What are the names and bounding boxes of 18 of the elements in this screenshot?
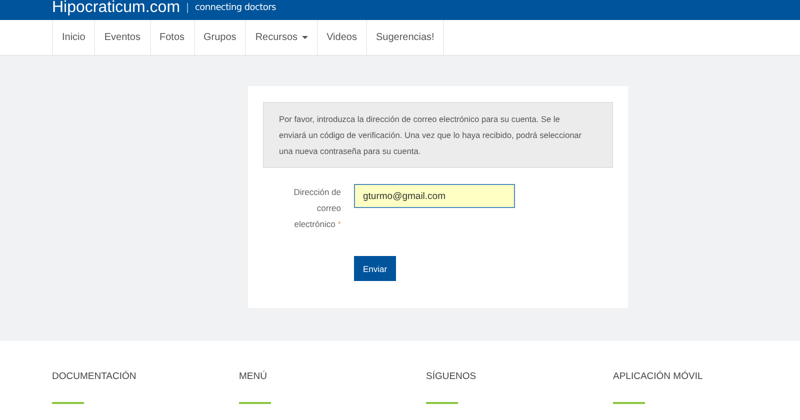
footer-heading: APLICACIÓN MÓVIL xyxy=(613,371,704,382)
nav-link[interactable]: Sugerencias! xyxy=(366,20,444,55)
nav-link[interactable]: Grupos xyxy=(194,20,246,55)
nav-link[interactable]: Eventos xyxy=(94,20,150,55)
nav-link[interactable]: Inicio xyxy=(52,20,94,55)
email-field[interactable]: gturmo@gmail.com xyxy=(354,184,515,208)
footer-heading: SÍGUENOS xyxy=(426,371,478,382)
nav-link[interactable]: Recursos xyxy=(245,20,317,55)
site-logo[interactable]: Hipocraticum.com xyxy=(52,0,180,17)
footer-heading: MENÚ xyxy=(239,371,268,382)
nav-link[interactable]: Videos xyxy=(316,20,366,55)
tagline: connecting doctors xyxy=(195,3,276,13)
field-label: Dirección de correo electrónico * xyxy=(292,186,341,231)
nav-link[interactable]: Fotos xyxy=(150,20,194,55)
notice-message: Por favor, introduzca la dirección de correo electrónico para su cuenta. Se le enviará un código de verificación. Una vez que lo haya recibido, podrá seleccionar una nueva contraseña para su cuenta. xyxy=(263,102,613,168)
caret-icon xyxy=(302,36,308,39)
footer-heading: DOCUMENTACIÓN xyxy=(52,371,138,382)
submit-button[interactable]: Enviar xyxy=(354,256,396,281)
